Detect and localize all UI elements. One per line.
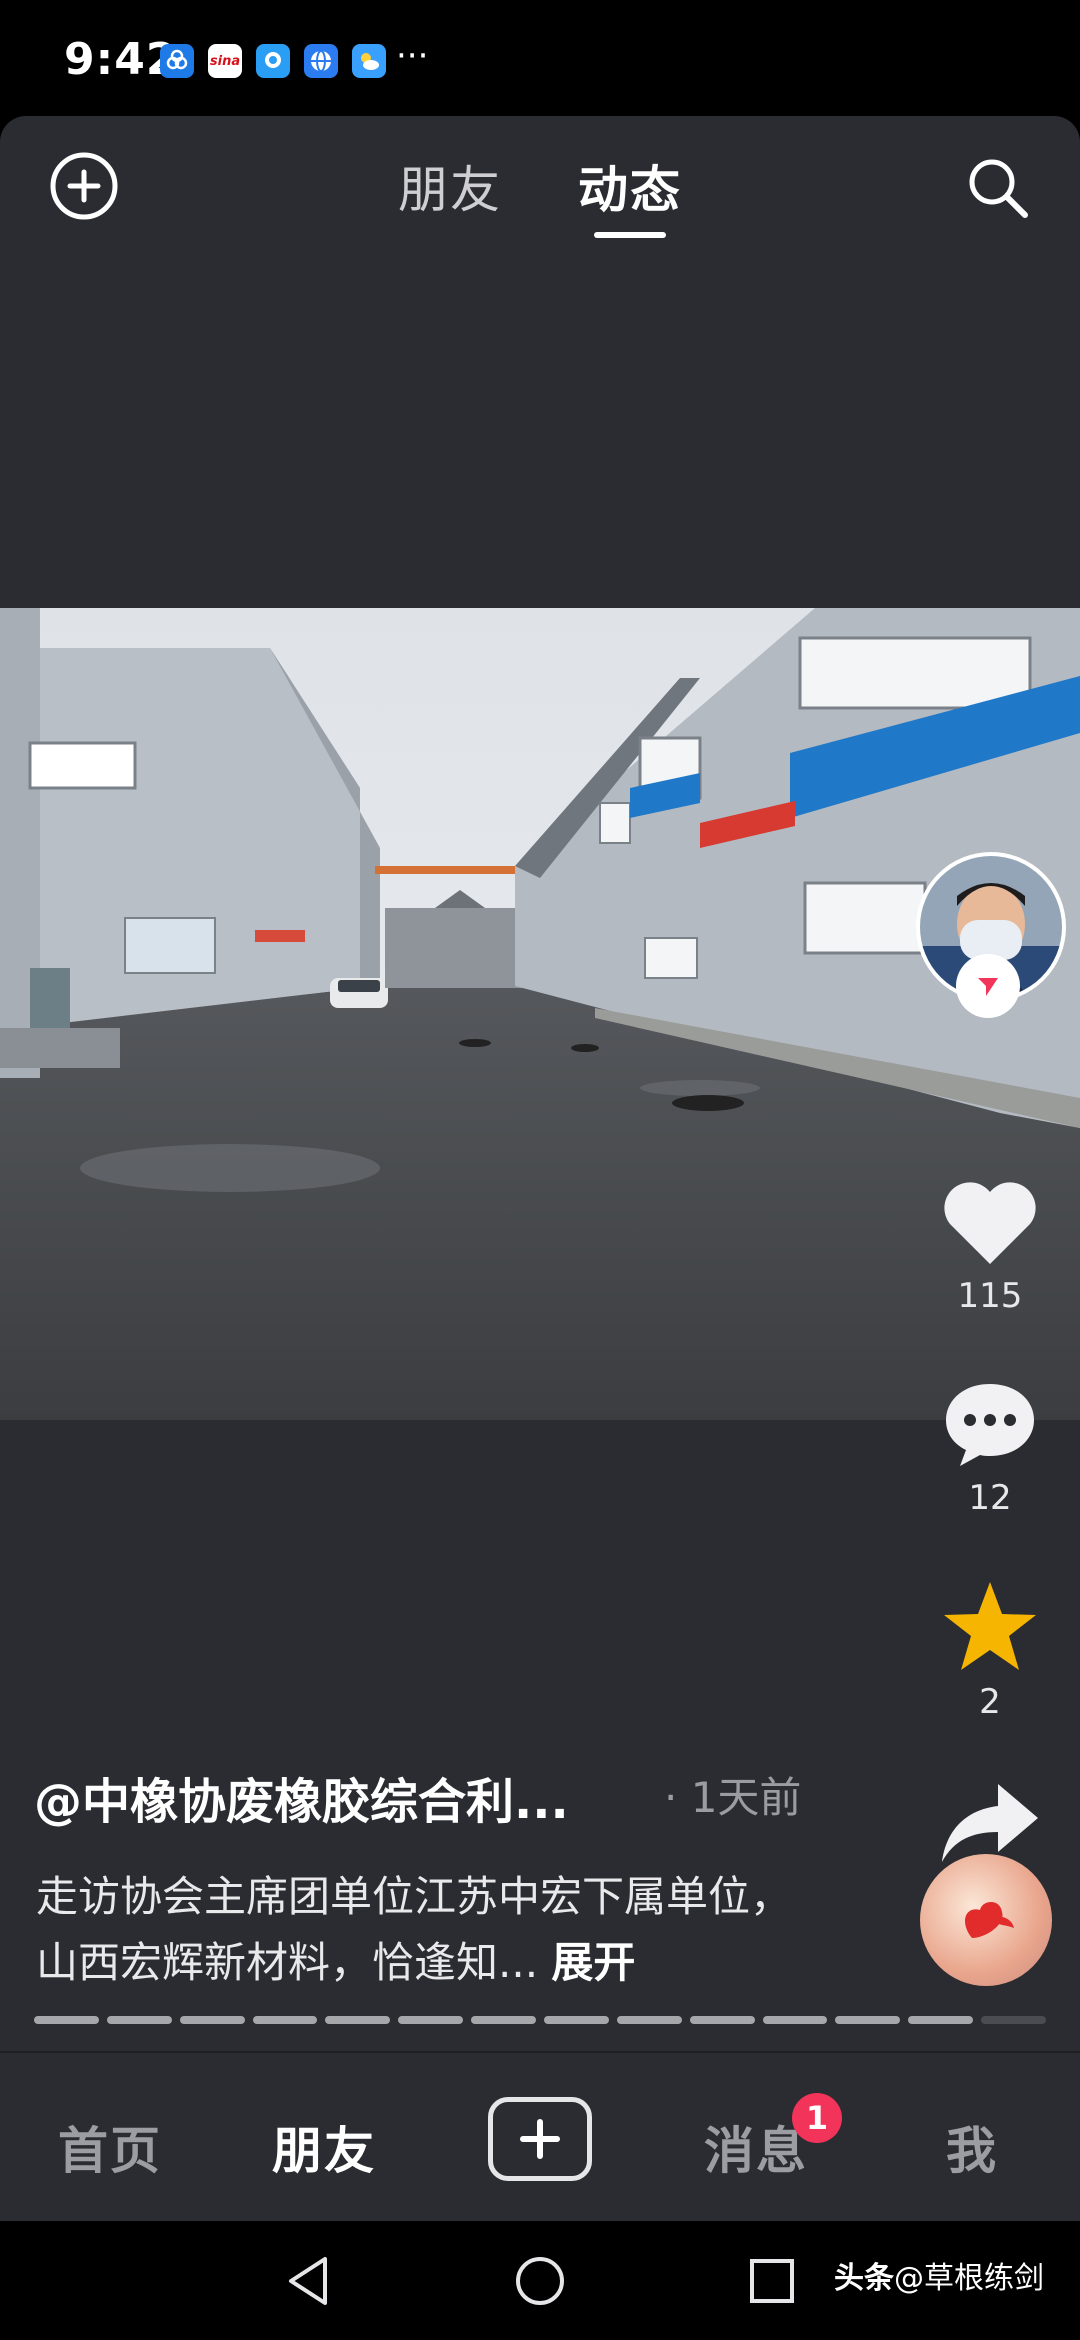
status-more-icon: ··· — [396, 36, 429, 76]
nav-friends[interactable]: 朋友 — [272, 2111, 376, 2183]
back-icon[interactable] — [278, 2251, 338, 2311]
post-description-text: 走访协会主席团单位江苏中宏下属单位，山西宏辉新材料，恰逢知... — [36, 1872, 793, 1987]
browser-icon — [304, 44, 338, 78]
top-bar: 朋友 动态 — [0, 116, 1080, 276]
search-icon[interactable] — [960, 150, 1036, 226]
nav-home[interactable]: 首页 — [58, 2111, 162, 2183]
favorite-action[interactable]: 2 — [920, 1578, 1060, 1722]
status-right-icons — [624, 44, 1024, 74]
bottom-navigation: 首页 朋友 消息 1 我 — [0, 2051, 1080, 2223]
tab-friends[interactable]: 朋友 — [398, 150, 502, 222]
create-post-button[interactable] — [488, 2097, 592, 2181]
feed-panel: 朋友 动态 115 12 2 @中橡协废橡胶综合利... · 1天前 走访协会主… — [0, 116, 1080, 2051]
weather-icon — [352, 44, 386, 78]
star-icon[interactable] — [920, 1578, 1060, 1678]
system-navigation: 头条@草根练剑 — [0, 2221, 1080, 2340]
like-action[interactable]: 115 — [920, 1176, 1060, 1316]
post-author[interactable]: @中橡协废橡胶综合利... — [34, 1762, 569, 1832]
nav-me[interactable]: 我 — [946, 2111, 998, 2183]
comment-count: 12 — [968, 1478, 1012, 1518]
watermark-handle: @草根练剑 — [894, 2261, 1044, 2296]
watermark: 头条@草根练剑 — [834, 2253, 1044, 2297]
messages-badge: 1 — [792, 2093, 842, 2143]
post-time: · 1天前 — [664, 1773, 802, 1822]
like-count: 115 — [957, 1276, 1023, 1316]
tencent-icon — [160, 44, 194, 78]
tab-dynamic[interactable]: 动态 — [578, 150, 682, 222]
status-bar: 9:42 sina ··· — [0, 0, 1080, 118]
sina-icon: sina — [208, 44, 242, 78]
home-icon[interactable] — [510, 2251, 570, 2311]
comment-icon[interactable] — [920, 1378, 1060, 1474]
image-progress-indicator — [34, 2016, 1047, 2026]
music-disc-icon[interactable] — [920, 1854, 1052, 1986]
watermark-source: 头条 — [834, 2261, 894, 2296]
plus-icon — [520, 2119, 560, 2159]
qq-browser-icon — [256, 44, 290, 78]
recents-icon[interactable] — [742, 2251, 802, 2311]
add-circle-icon[interactable] — [48, 150, 120, 222]
post-description[interactable]: 走访协会主席团单位江苏中宏下属单位，山西宏辉新材料，恰逢知... 展开 — [36, 1864, 806, 1996]
favorite-count: 2 — [979, 1682, 1001, 1722]
notification-icons: sina — [160, 44, 386, 78]
follow-icon[interactable] — [956, 954, 1020, 1018]
expand-button[interactable]: 展开 — [551, 1938, 635, 1987]
active-tab-indicator — [594, 232, 666, 238]
comment-action[interactable]: 12 — [920, 1378, 1060, 1518]
post-photo[interactable] — [0, 608, 1080, 1420]
heart-icon[interactable] — [920, 1176, 1060, 1272]
